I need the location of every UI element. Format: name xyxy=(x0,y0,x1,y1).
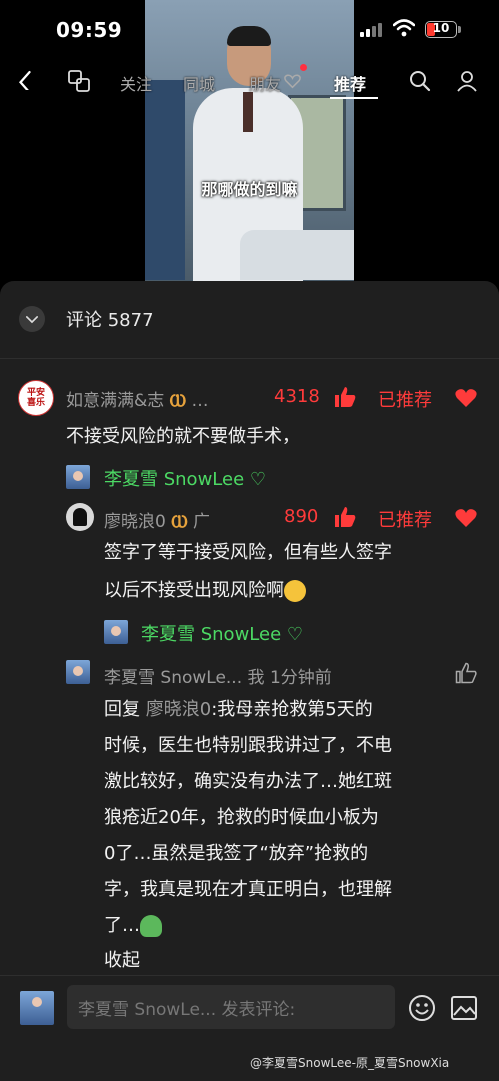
more-ellipsis-icon: … xyxy=(191,391,209,411)
comments-count-title: 评论 5877 xyxy=(66,310,154,331)
comment-input-placeholder: 李夏雪 SnowLe... 发表评论: xyxy=(78,1000,296,1020)
wifi-icon xyxy=(393,19,415,37)
heart-filled-icon[interactable] xyxy=(455,508,477,528)
reply-text-line: 狼疮近20年，抢救的时候血小板为 xyxy=(104,807,379,828)
battery-icon: 10 xyxy=(425,21,457,38)
comment-username[interactable]: 如意满满&志 Ⲱ … xyxy=(66,386,208,411)
like-count: 890 xyxy=(284,506,319,527)
avatar[interactable]: 平安喜乐 xyxy=(18,380,54,416)
fan-badge-icon: Ⲱ xyxy=(171,512,188,532)
avatar[interactable] xyxy=(66,660,90,684)
username-suffix: 广 xyxy=(193,512,211,532)
liker-avatar[interactable] xyxy=(104,620,128,644)
liked-by-author[interactable]: 李夏雪 SnowLee ♡ xyxy=(104,465,266,491)
reply-text-line: 激比较好，确实没有办法了…她红斑 xyxy=(104,771,392,792)
video-subtitle: 那哪做的到嘛 xyxy=(201,180,298,199)
emoji-icon[interactable] xyxy=(408,994,436,1022)
avatar xyxy=(20,991,54,1025)
reply-text-line: 时候，医生也特别跟我讲过了，不电 xyxy=(104,735,392,756)
reply-text: :我母亲抢救第5天的 xyxy=(211,699,373,720)
collapse-comments-button[interactable] xyxy=(19,306,45,332)
heart-outline-icon: ♡ xyxy=(249,469,267,490)
person-shrug-emoji-icon xyxy=(140,915,162,937)
liker-avatar[interactable] xyxy=(66,465,90,489)
battery-level: 10 xyxy=(432,21,450,35)
reply-text-line: 签字了等于接受风险，但有些人签字 xyxy=(104,542,392,563)
reply-text: 了… xyxy=(104,915,140,936)
battery-tip xyxy=(458,26,461,33)
reply-text-line: 了… xyxy=(104,909,162,943)
notification-dot xyxy=(300,64,307,71)
reply-to-user[interactable]: 廖晓浪0 xyxy=(146,699,211,720)
liked-by-author[interactable]: 李夏雪 SnowLee ♡ xyxy=(141,620,303,646)
avatar-seal-text: 平安喜乐 xyxy=(26,388,45,408)
status-time: 09:59 xyxy=(56,18,123,42)
heart-filled-icon[interactable] xyxy=(455,388,477,408)
tab-recommend[interactable]: 推荐 xyxy=(334,71,366,95)
weibo-watermark: @李夏雪SnowLee-原_夏雪SnowXia xyxy=(250,1056,450,1070)
tab-nearby[interactable]: 同城 xyxy=(183,71,215,95)
liked-by-name: 李夏雪 SnowLee xyxy=(141,624,282,645)
username-text: 如意满满&志 xyxy=(66,391,165,411)
profile-icon[interactable] xyxy=(456,70,478,92)
image-icon[interactable] xyxy=(450,995,478,1021)
tab-following[interactable]: 关注 xyxy=(120,71,152,95)
reply-username[interactable]: 廖晓浪0 Ⲱ 广 xyxy=(104,507,210,532)
heart-outline-icon xyxy=(284,74,301,89)
recommended-label: 已推荐 xyxy=(378,390,432,411)
collapse-reply-link[interactable]: 收起 xyxy=(104,946,140,972)
heart-outline-icon: ♡ xyxy=(286,624,304,645)
thumbs-up-filled-icon[interactable] xyxy=(334,506,356,528)
tab-friends[interactable]: 朋友 xyxy=(249,71,281,95)
signal-icon xyxy=(360,22,384,37)
thumbs-up-filled-icon[interactable] xyxy=(334,386,356,408)
reply-text: 以后不接受出现风险啊 xyxy=(104,580,284,601)
reply-text-line: 回复 廖晓浪0:我母亲抢救第5天的 xyxy=(104,693,373,727)
reply-timestamp: 1分钟前 xyxy=(269,668,332,688)
back-arrow-icon[interactable] xyxy=(16,70,34,90)
divider xyxy=(0,358,499,359)
video-frame[interactable] xyxy=(145,0,354,283)
fan-badge-icon: Ⲱ xyxy=(169,391,187,411)
like-count: 4318 xyxy=(274,386,320,407)
username-text: 李夏雪 SnowLe... xyxy=(104,668,243,688)
username-text: 廖晓浪0 xyxy=(104,512,166,532)
reply-text-line: 以后不接受出现风险啊 xyxy=(104,574,306,608)
reply-text-line: 字，我真是现在才真正明白，也理解 xyxy=(104,879,392,900)
self-tag: 我 xyxy=(247,668,265,688)
search-icon[interactable] xyxy=(409,70,431,92)
comment-text: 不接受风险的就不要做手术， xyxy=(66,426,300,447)
chevron-down-icon xyxy=(26,315,38,323)
avatar[interactable] xyxy=(66,503,94,531)
reply-username[interactable]: 李夏雪 SnowLe... 我 1分钟前 xyxy=(104,663,332,688)
liked-by-name: 李夏雪 SnowLee xyxy=(104,469,245,490)
reply-prefix: 回复 xyxy=(104,699,140,720)
active-tab-indicator xyxy=(330,97,378,99)
reply-text-line: 0了…虽然是我签了“放弃”抢救的 xyxy=(104,843,369,864)
crying-laughing-emoji-icon xyxy=(284,580,306,602)
recommended-label: 已推荐 xyxy=(378,510,432,531)
screen-cast-icon[interactable] xyxy=(68,70,90,92)
thumbs-up-outline-icon[interactable] xyxy=(455,662,477,684)
